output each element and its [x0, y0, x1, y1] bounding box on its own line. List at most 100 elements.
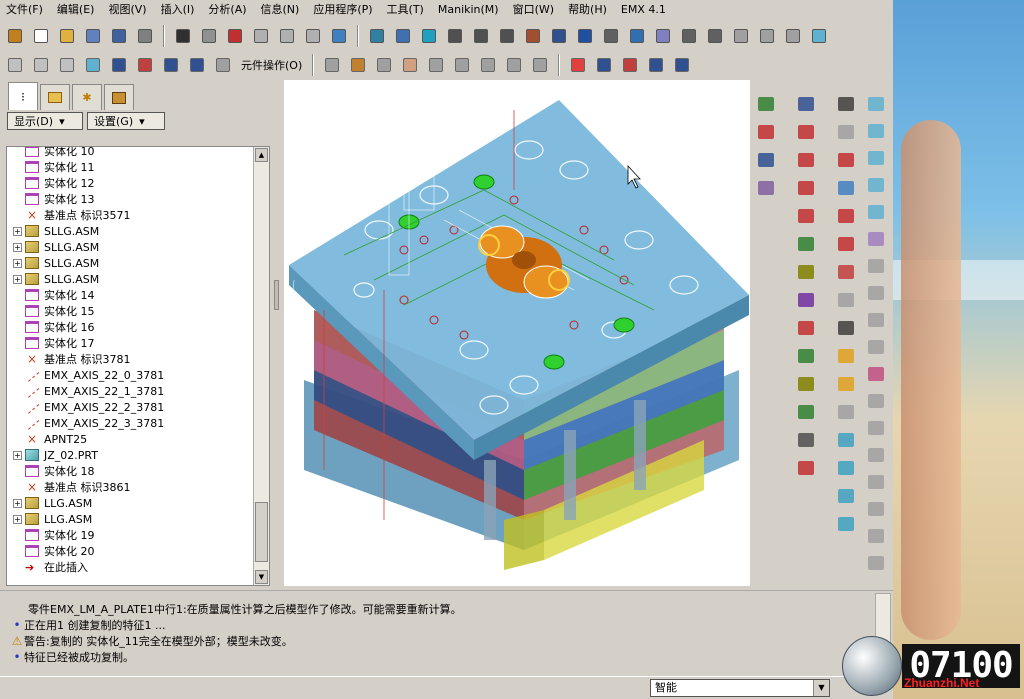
right-tool-button[interactable] [866, 175, 886, 195]
toolbar-button-26[interactable] [652, 25, 674, 47]
tree-item[interactable]: + SLLG.ASM [7, 239, 253, 255]
tree-item[interactable]: + SLLG.ASM [7, 255, 253, 271]
tree-item[interactable]: 实体化 16 [7, 319, 253, 335]
menu-item-8[interactable]: Manikin(M) [438, 3, 499, 16]
expand-icon[interactable]: + [13, 450, 22, 460]
tree-item[interactable]: 实体化 10 [7, 147, 253, 159]
tree-item[interactable]: + JZ_02.PRT [7, 447, 253, 463]
toolbar-button-1[interactable] [30, 25, 52, 47]
tree-item[interactable]: + LLG.ASM [7, 511, 253, 527]
toolbar-button-16[interactable] [392, 25, 414, 47]
scroll-down-arrow[interactable]: ▼ [255, 570, 268, 584]
toolbar-button-11[interactable] [276, 25, 298, 47]
expand-icon[interactable]: + [13, 242, 22, 252]
right-tool-button[interactable] [796, 150, 816, 170]
toolbar2-button-22[interactable] [593, 54, 615, 76]
tree-item[interactable]: + LLG.ASM [7, 495, 253, 511]
right-tool-button[interactable] [796, 318, 816, 338]
menu-item-3[interactable]: 插入(I) [161, 1, 195, 17]
toolbar2-button-4[interactable] [108, 54, 130, 76]
graphics-window[interactable] [284, 80, 750, 586]
right-tool-button[interactable] [866, 283, 886, 303]
right-tool-button[interactable] [866, 148, 886, 168]
toolbar2-button-2[interactable] [56, 54, 78, 76]
menu-item-9[interactable]: 窗口(W) [513, 1, 554, 17]
right-tool-button[interactable] [836, 486, 856, 506]
menu-item-6[interactable]: 应用程序(P) [313, 1, 372, 17]
right-tool-button[interactable] [796, 430, 816, 450]
toolbar2-button-15[interactable] [425, 54, 447, 76]
toolbar-button-3[interactable] [82, 25, 104, 47]
toolbar2-button-12[interactable] [347, 54, 369, 76]
right-tool-button[interactable] [756, 122, 776, 142]
tree-item[interactable]: EMX_AXIS_22_2_3781 [7, 399, 253, 415]
right-tool-button[interactable] [796, 290, 816, 310]
tree-item[interactable]: × APNT25 [7, 431, 253, 447]
menu-item-1[interactable]: 编辑(E) [57, 1, 95, 17]
show-dropdown[interactable]: 显示(D) ▾ [7, 112, 83, 130]
toolbar2-button-0[interactable] [4, 54, 26, 76]
scroll-up-arrow[interactable]: ▲ [255, 148, 268, 162]
toolbar-button-20[interactable] [496, 25, 518, 47]
toolbar-button-18[interactable] [444, 25, 466, 47]
right-tool-button[interactable] [796, 374, 816, 394]
right-tool-button[interactable] [756, 94, 776, 114]
toolbar2-button-8[interactable] [212, 54, 234, 76]
right-tool-button[interactable] [866, 553, 886, 573]
toolbar-button-32[interactable] [808, 25, 830, 47]
tree-item[interactable]: ➔ 在此插入 [7, 559, 253, 575]
right-tool-button[interactable] [836, 94, 856, 114]
toolbar2-button-24[interactable] [645, 54, 667, 76]
right-tool-button[interactable] [836, 346, 856, 366]
toolbar-button-7[interactable] [172, 25, 194, 47]
expand-icon[interactable]: + [13, 226, 22, 236]
right-tool-button[interactable] [796, 94, 816, 114]
expand-icon[interactable]: + [13, 258, 22, 268]
toolbar2-button-7[interactable] [186, 54, 208, 76]
tree-item[interactable]: 实体化 12 [7, 175, 253, 191]
tree-item[interactable]: EMX_AXIS_22_0_3781 [7, 367, 253, 383]
right-tool-button[interactable] [796, 206, 816, 226]
toolbar-button-19[interactable] [470, 25, 492, 47]
tree-item[interactable]: EMX_AXIS_22_1_3781 [7, 383, 253, 399]
settings-dropdown[interactable]: 设置(G) ▾ [87, 112, 165, 130]
panel-splitter[interactable] [272, 80, 282, 586]
right-tool-button[interactable] [836, 206, 856, 226]
toolbar-button-22[interactable] [548, 25, 570, 47]
right-tool-button[interactable] [866, 94, 886, 114]
toolbar-button-25[interactable] [626, 25, 648, 47]
menu-item-0[interactable]: 文件(F) [6, 1, 43, 17]
right-tool-button[interactable] [836, 262, 856, 282]
right-tool-button[interactable] [866, 256, 886, 276]
toolbar-button-24[interactable] [600, 25, 622, 47]
tree-item[interactable]: 实体化 15 [7, 303, 253, 319]
right-tool-button[interactable] [836, 290, 856, 310]
menu-item-11[interactable]: EMX 4.1 [621, 3, 666, 16]
toolbar-button-5[interactable] [134, 25, 156, 47]
toolbar-button-30[interactable] [756, 25, 778, 47]
right-tool-button[interactable] [866, 364, 886, 384]
toolbar2-button-5[interactable] [134, 54, 156, 76]
toolbar2-button-19[interactable] [529, 54, 551, 76]
right-tool-button[interactable] [866, 121, 886, 141]
tree-item[interactable]: 实体化 20 [7, 543, 253, 559]
selection-filter-dropdown[interactable]: 智能 ▼ [650, 679, 830, 697]
right-tool-button[interactable] [866, 499, 886, 519]
right-tool-button[interactable] [866, 202, 886, 222]
right-tool-button[interactable] [796, 346, 816, 366]
right-tool-button[interactable] [866, 418, 886, 438]
toolbar2-button-13[interactable] [373, 54, 395, 76]
toolbar-button-27[interactable] [678, 25, 700, 47]
right-tool-button[interactable] [866, 391, 886, 411]
toolbar-button-10[interactable] [250, 25, 272, 47]
right-tool-button[interactable] [866, 337, 886, 357]
menu-item-10[interactable]: 帮助(H) [568, 1, 607, 17]
right-tool-button[interactable] [796, 262, 816, 282]
right-tool-button[interactable] [796, 178, 816, 198]
toolbar-button-31[interactable] [782, 25, 804, 47]
scroll-thumb[interactable] [255, 502, 268, 562]
toolbar-button-29[interactable] [730, 25, 752, 47]
right-tool-button[interactable] [756, 150, 776, 170]
toolbar2-button-25[interactable] [671, 54, 693, 76]
menu-item-5[interactable]: 信息(N) [261, 1, 300, 17]
